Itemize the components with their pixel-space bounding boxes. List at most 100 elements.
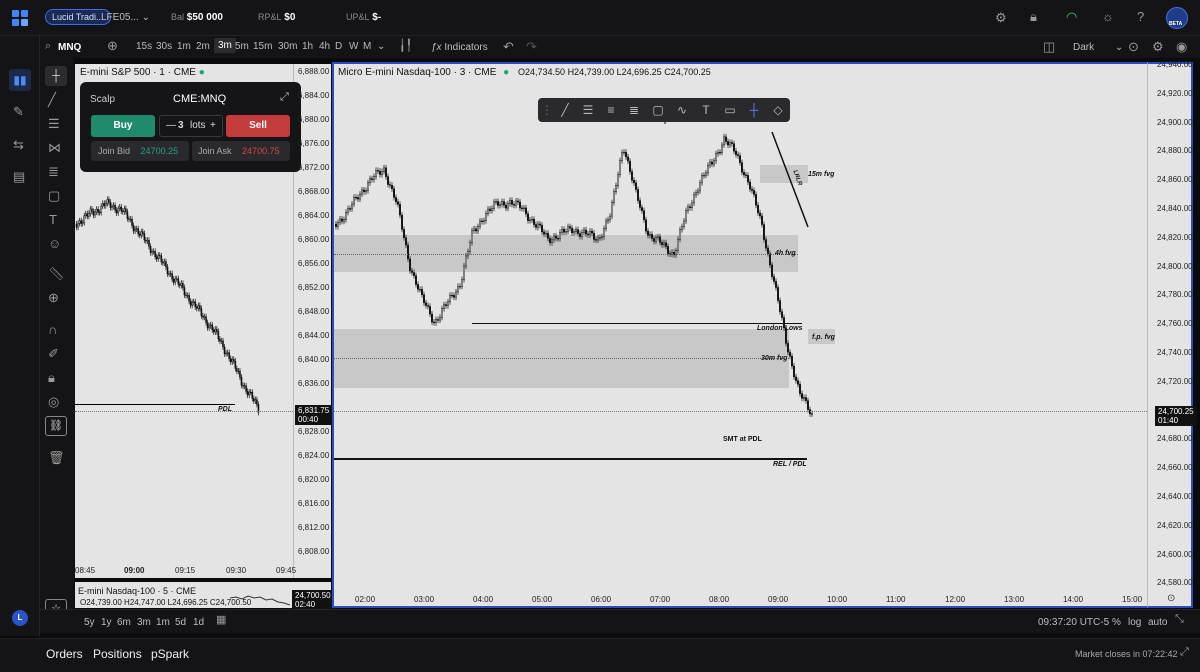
percent-toggle[interactable]: % xyxy=(1112,617,1121,628)
magnet-tool-icon[interactable]: ∩ xyxy=(48,322,57,337)
timeframe-more-chevron-icon[interactable]: ⌄ xyxy=(377,41,385,52)
timeframe-W[interactable]: W xyxy=(349,41,358,52)
sell-button[interactable]: Sell xyxy=(226,115,290,137)
timeframe-3m[interactable]: 3m xyxy=(214,38,236,53)
candle-type-icon[interactable]: ╽╿ xyxy=(399,39,412,52)
chart-nav-icon[interactable]: ▮▮ xyxy=(9,69,31,91)
range-5y[interactable]: 5y xyxy=(84,617,95,628)
user-initial-avatar[interactable]: L xyxy=(12,610,28,626)
fullscreen-icon[interactable]: ⤡ xyxy=(1175,613,1184,626)
avatar[interactable]: BETA xyxy=(1166,7,1188,29)
timeframe-M[interactable]: M xyxy=(363,41,371,52)
symbol-search[interactable]: MNQ xyxy=(58,42,81,53)
rectangle-tool-icon[interactable]: ▢ xyxy=(48,188,60,204)
undo-icon[interactable]: ↶ xyxy=(503,39,514,55)
expand-icon[interactable]: ⤢ xyxy=(280,91,289,104)
sun-icon[interactable]: ☼ xyxy=(1102,9,1114,24)
settings-icon[interactable]: ⚙ xyxy=(1152,39,1164,55)
range-1d[interactable]: 1d xyxy=(193,617,204,628)
es-price-tick: 6,880.00 xyxy=(298,115,330,124)
timeframe-1m[interactable]: 1m xyxy=(177,41,191,52)
link-tool-icon[interactable]: ⛓ xyxy=(45,416,67,436)
clock[interactable]: 09:37:20 UTC-5 xyxy=(1038,617,1109,628)
text-icon[interactable]: T xyxy=(697,103,715,117)
help-icon[interactable]: ? xyxy=(1137,9,1144,24)
range-1m[interactable]: 1m xyxy=(156,617,170,628)
tab-pspark[interactable]: pSpark xyxy=(151,647,189,661)
main-price-tick: 24,620.00 xyxy=(1157,520,1193,530)
timeframe-2m[interactable]: 2m xyxy=(196,41,210,52)
timeframe-D[interactable]: D xyxy=(335,41,342,52)
fib-icon[interactable]: ≣ xyxy=(625,103,643,117)
range-6m[interactable]: 6m xyxy=(117,617,131,628)
tab-positions[interactable]: Positions xyxy=(93,647,142,661)
channel-icon[interactable]: ≡ xyxy=(602,103,620,117)
lock-icon[interactable]: 🔒︎ xyxy=(1030,9,1037,25)
trendline[interactable] xyxy=(771,131,809,228)
path-icon[interactable]: ∿ xyxy=(673,103,691,117)
join-ask-button[interactable]: Join Ask 24700.75 xyxy=(192,141,290,161)
drag-handle-icon[interactable]: ⋮ xyxy=(538,103,556,117)
rect-icon[interactable]: ▢ xyxy=(649,103,667,117)
text-tool-icon[interactable]: T xyxy=(49,212,57,227)
timeframe-15m[interactable]: 15m xyxy=(253,41,272,52)
range-5d[interactable]: 5d xyxy=(175,617,186,628)
es-candle xyxy=(188,295,190,302)
range-1y[interactable]: 1y xyxy=(101,617,112,628)
app-logo[interactable] xyxy=(12,10,28,26)
feather-icon[interactable]: ✎ xyxy=(13,104,24,120)
hlines-icon[interactable]: ☰ xyxy=(579,103,597,117)
comment-icon[interactable]: ▭ xyxy=(721,103,739,117)
line-icon[interactable]: ╱ xyxy=(556,103,574,117)
buy-button[interactable]: Buy xyxy=(91,115,155,137)
zoom-icon[interactable]: ⊙ xyxy=(1128,39,1139,55)
redo-icon[interactable]: ↷ xyxy=(526,39,537,55)
document-icon[interactable]: ▤ xyxy=(13,169,25,185)
main-candle xyxy=(741,162,743,173)
pencil-lock-icon[interactable]: ✐ xyxy=(48,346,59,362)
eye-icon[interactable]: ◎ xyxy=(48,394,59,410)
qty-increment[interactable]: + xyxy=(210,116,216,136)
crosshair-tool-icon[interactable]: ┼ xyxy=(45,66,67,86)
main-candle xyxy=(409,258,411,272)
add-symbol-icon[interactable]: ⊕ xyxy=(107,38,118,54)
timeframe-15s[interactable]: 15s xyxy=(136,41,152,52)
timeframe-4h[interactable]: 4h xyxy=(319,41,330,52)
calendar-icon[interactable]: ▦ xyxy=(216,613,226,626)
ruler-tool-icon[interactable]: 📏︎ xyxy=(48,266,65,282)
account-selector[interactable]: LFE05... ⌄ xyxy=(101,12,150,23)
trash-icon[interactable]: 🗑︎ xyxy=(48,450,65,466)
qty-value[interactable]: 3 xyxy=(178,116,184,136)
crosshair-icon[interactable]: ┼ xyxy=(745,103,763,117)
emoji-tool-icon[interactable]: ☺ xyxy=(48,236,61,251)
axis-settings-icon[interactable]: ⊙ xyxy=(1167,593,1175,604)
search-icon[interactable]: ⌕ xyxy=(45,40,51,53)
sliders-icon[interactable]: ⚙ xyxy=(995,10,1007,26)
layout-icon[interactable]: ◫ xyxy=(1043,39,1055,55)
zoom-in-tool-icon[interactable]: ⊕ xyxy=(48,290,59,306)
join-bid-button[interactable]: Join Bid 24700.25 xyxy=(91,141,189,161)
theme-selector[interactable]: Dark ⌄ xyxy=(1073,42,1123,53)
es-candle xyxy=(246,391,249,396)
trendline-tool-icon[interactable]: ╱ xyxy=(48,92,56,108)
tab-orders[interactable]: Orders xyxy=(46,647,83,661)
expand-panel-icon[interactable]: ⤢ xyxy=(1180,646,1189,659)
indicators-button[interactable]: ƒx Indicators xyxy=(431,42,488,53)
camera-icon[interactable]: ◉ xyxy=(1176,39,1187,55)
timeframe-1h[interactable]: 1h xyxy=(302,41,313,52)
exchange-icon[interactable]: ⇆ xyxy=(13,137,24,153)
lock-drawings-icon[interactable]: 🔒︎ xyxy=(48,370,55,386)
main-candle xyxy=(399,204,401,216)
timeframe-30s[interactable]: 30s xyxy=(156,41,172,52)
timeframe-30m[interactable]: 30m xyxy=(278,41,297,52)
timeframe-5m[interactable]: 5m xyxy=(235,41,249,52)
projection-tool-icon[interactable]: ≣ xyxy=(48,164,59,180)
main-ohlc: O24,734.50 H24,739.00 L24,696.25 C24,700… xyxy=(518,67,711,77)
qty-decrement[interactable]: — xyxy=(166,116,176,136)
auto-toggle[interactable]: auto xyxy=(1148,617,1167,628)
eraser-icon[interactable]: ◇ xyxy=(769,103,787,117)
log-toggle[interactable]: log xyxy=(1128,617,1141,628)
fib-tool-icon[interactable]: ☰ xyxy=(48,116,60,132)
pattern-tool-icon[interactable]: ⋈ xyxy=(48,140,61,156)
range-3m[interactable]: 3m xyxy=(137,617,151,628)
